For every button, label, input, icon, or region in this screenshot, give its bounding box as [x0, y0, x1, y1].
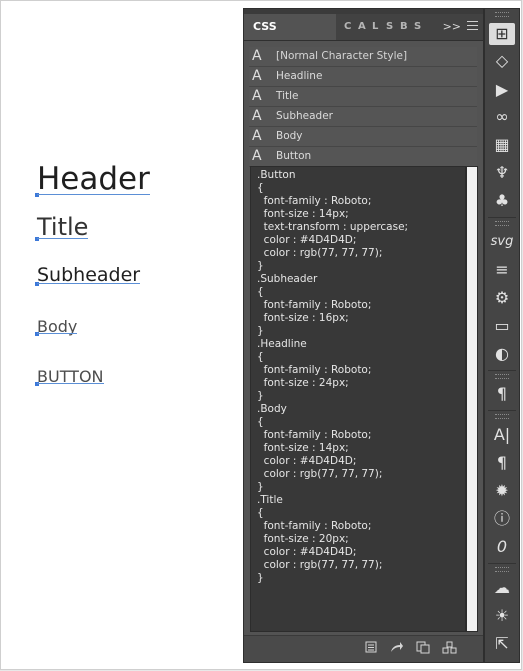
- appearance-sun-icon[interactable]: ☀: [489, 605, 515, 627]
- tab-mini-4[interactable]: S: [386, 14, 393, 40]
- character-styles-list: A [Normal Character Style] A Headline A Tit…: [249, 47, 477, 167]
- style-row-subheader[interactable]: A Subheader: [249, 107, 477, 127]
- character-style-icon: A: [252, 148, 262, 164]
- swatches-grid-icon[interactable]: ▦: [489, 134, 515, 156]
- character-style-icon: A: [252, 68, 262, 84]
- style-row-headline[interactable]: A Headline: [249, 67, 477, 87]
- css-properties-panel: CSS Properties C A L S B S >> A[Normal C…: [243, 8, 484, 663]
- character-icon[interactable]: A|: [489, 424, 515, 446]
- tools-icon-bar: ⊞ ◇ ▶ ∞ ▦ ♆ ♣ svg ≡ ⚙ ▭ ◐ ¶ A| ¶ ✹ ⓘ 0 ☁…: [484, 8, 520, 663]
- hamburger-menu-icon[interactable]: [467, 21, 478, 32]
- panel-bottom-bar: [244, 635, 483, 662]
- iconbar-grip[interactable]: [495, 221, 509, 226]
- tab-css-properties[interactable]: CSS Properties: [244, 14, 336, 59]
- info-icon[interactable]: ⓘ: [489, 508, 515, 530]
- iconbar-separator: [488, 217, 516, 218]
- club-symbol-icon[interactable]: ♣: [489, 190, 515, 212]
- style-row-body[interactable]: A Body: [249, 127, 477, 147]
- sample-subheader[interactable]: Subheader: [35, 264, 141, 286]
- glyphs-icon[interactable]: 0: [489, 536, 515, 558]
- css-code-view[interactable]: .Button { font-family : Roboto; font-siz…: [250, 166, 466, 632]
- character-style-icon: A: [252, 88, 262, 104]
- iconbar-separator: [488, 563, 516, 564]
- tab-mini-1[interactable]: C: [344, 14, 351, 40]
- links-icon[interactable]: ∞: [489, 106, 515, 128]
- document-list-icon[interactable]: [364, 641, 378, 655]
- share-arrow-icon[interactable]: [390, 641, 404, 655]
- sample-header[interactable]: Header: [35, 161, 150, 197]
- style-row-normal[interactable]: A [Normal Character Style]: [249, 47, 477, 67]
- sample-body[interactable]: Body: [35, 317, 78, 336]
- svg-filters-icon[interactable]: svg: [489, 231, 515, 253]
- paragraph-styles-icon[interactable]: ¶: [489, 383, 515, 405]
- paragraph-icon[interactable]: ¶: [489, 452, 515, 474]
- style-row-title[interactable]: A Title: [249, 87, 477, 107]
- style-row-button[interactable]: A Button: [249, 147, 477, 167]
- gears-icon[interactable]: ⚙: [489, 287, 515, 309]
- sample-title[interactable]: Title: [35, 213, 89, 241]
- css-code-text: .Button { font-family : Roboto; font-siz…: [257, 169, 409, 584]
- character-style-icon: A: [252, 48, 262, 64]
- sample-button[interactable]: BUTTON: [35, 367, 104, 386]
- export-asset-icon[interactable]: ⇱: [489, 633, 515, 655]
- tab-mini-3[interactable]: L: [372, 14, 378, 40]
- play-icon[interactable]: ▶: [489, 79, 515, 101]
- character-style-icon: A: [252, 108, 262, 124]
- tab-mini-6[interactable]: S: [414, 14, 421, 40]
- iconbar-grip[interactable]: [495, 414, 509, 419]
- iconbar-separator: [488, 410, 516, 411]
- iconbar-grip[interactable]: [495, 567, 509, 572]
- tab-mini-2[interactable]: A: [358, 14, 366, 40]
- align-icon[interactable]: ⊞: [489, 23, 515, 45]
- copy-all-icon[interactable]: [416, 641, 430, 655]
- creative-cloud-libraries-icon[interactable]: ☁: [489, 577, 515, 599]
- tab-overflow-button[interactable]: >>: [443, 14, 461, 40]
- character-style-icon: A: [252, 128, 262, 144]
- panel-tab-bar: CSS Properties C A L S B S >>: [244, 14, 483, 59]
- stroke-lines-icon[interactable]: ≡: [489, 259, 515, 281]
- gradient-icon[interactable]: ▭: [489, 315, 515, 337]
- iconbar-grip[interactable]: [495, 12, 509, 17]
- transparency-icon[interactable]: ◐: [489, 343, 515, 365]
- shapes-text-icon[interactable]: ◇: [489, 50, 515, 72]
- code-scrollbar[interactable]: [466, 166, 478, 632]
- puppet-warp-icon[interactable]: ♆: [489, 162, 515, 184]
- merge-styles-icon[interactable]: [442, 641, 457, 655]
- tab-mini-5[interactable]: B: [400, 14, 408, 40]
- iconbar-grip[interactable]: [495, 374, 509, 379]
- opentype-icon[interactable]: ✹: [489, 480, 515, 502]
- iconbar-separator: [488, 370, 516, 371]
